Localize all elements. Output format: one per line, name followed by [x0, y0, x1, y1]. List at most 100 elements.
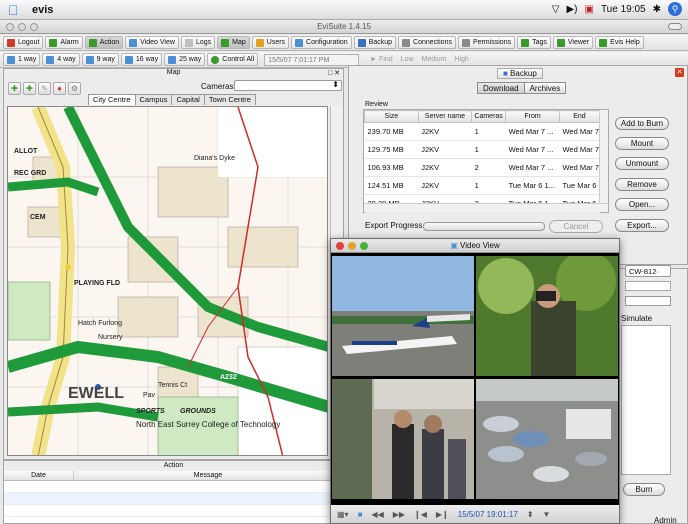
tab-city-centre[interactable]: City Centre — [88, 94, 136, 105]
flag-icon[interactable]: ▣ — [584, 4, 593, 15]
cancel-button[interactable]: Cancel — [549, 220, 603, 233]
col-server[interactable]: Server name — [417, 110, 473, 123]
review-vscrollbar[interactable] — [599, 110, 608, 204]
camera-feed-lobby[interactable] — [332, 379, 474, 499]
col-from[interactable]: From — [505, 110, 560, 123]
forward-icon[interactable]: ▶▶ — [393, 510, 405, 519]
toolbar-tags-button[interactable]: Tags — [517, 36, 551, 49]
admin-label: Admin — [654, 516, 677, 524]
video-controls: ▦▾ ■ ◀◀ ▶▶ ❙◀ ▶❙ 15/5/07 19:01:17 ⬍ ▼ — [331, 505, 619, 523]
apple-menu-icon[interactable]:  — [8, 2, 24, 18]
option-select[interactable] — [625, 296, 671, 306]
remove-button[interactable]: Remove — [615, 178, 669, 191]
col-date[interactable]: Date — [4, 471, 74, 480]
toolbar-toggle-button[interactable] — [668, 23, 682, 30]
delete-icon[interactable]: ● — [53, 81, 66, 95]
toolbar-backup-button[interactable]: Backup — [353, 36, 397, 49]
toolbar-connections-button[interactable]: Connections — [398, 36, 456, 49]
zoom-icon[interactable] — [360, 242, 368, 250]
review-hscrollbar[interactable] — [364, 203, 608, 212]
table-row[interactable]: 106.93 MB J2KV 2 Wed Mar 7 ... Wed Mar 7 — [364, 158, 600, 177]
camera-field[interactable] — [625, 281, 671, 291]
app-menu[interactable]: evis — [32, 4, 53, 16]
toolbar-logs-button[interactable]: Logs — [180, 36, 216, 49]
table-row[interactable] — [4, 505, 343, 517]
control-all-button[interactable]: Control All — [207, 53, 259, 66]
clock[interactable]: Tue 19:05 — [601, 4, 646, 15]
toolbar-alarm-button[interactable]: Alarm — [45, 36, 83, 49]
datetime-field[interactable]: 15/5/07 7:01:17 PM — [264, 53, 360, 66]
simulate-area[interactable] — [621, 325, 671, 475]
camera-feed-airport[interactable] — [332, 256, 474, 376]
layout-4way-button[interactable]: 4 way — [42, 53, 80, 66]
simulate-label: Simulate — [621, 314, 653, 323]
col-cameras[interactable]: Cameras — [471, 110, 507, 123]
tab-archives[interactable]: Archives — [523, 82, 567, 94]
map-view[interactable]: Diana's Dyke ALLOT REC GRD CEM PLAYING F… — [7, 106, 328, 456]
layout-icon[interactable]: ▦▾ — [337, 510, 349, 519]
layout-9way-button[interactable]: 9 way — [81, 53, 119, 66]
map-panel: Map □ ✕ ✚ ✚ ✎ ● ⚙ Cameras City Centre Ca… — [3, 68, 344, 460]
toolbar-permissions-button[interactable]: Permissions — [457, 36, 516, 49]
record-icon[interactable]: ■ — [358, 510, 363, 519]
layout-16way-button[interactable]: 16 way — [120, 53, 163, 66]
close-icon[interactable]: ✕ — [675, 68, 684, 77]
tab-town-centre[interactable]: Town Centre — [203, 94, 256, 105]
permissions-icon — [461, 38, 470, 47]
video-timestamp[interactable]: 15/5/07 19:01:17 — [458, 510, 518, 519]
map-label-rec-grd: REC GRD — [14, 170, 46, 177]
toolbar-evis-help-button[interactable]: Evis Help — [595, 36, 644, 49]
toolbar-viewer-button[interactable]: Viewer — [552, 36, 594, 49]
action-table-header: Date Message — [4, 471, 343, 481]
burn-button[interactable]: Burn — [623, 483, 665, 496]
minimize-icon[interactable] — [348, 242, 356, 250]
table-row[interactable] — [4, 493, 343, 505]
camera-feed-photographer[interactable] — [476, 256, 618, 376]
table-row[interactable]: 129.75 MB J2KV 1 Wed Mar 7 ... Wed Mar 7 — [364, 140, 600, 159]
move-icon[interactable]: ✚ — [23, 81, 36, 95]
col-size[interactable]: Size — [364, 110, 419, 123]
rewind-icon[interactable]: ◀◀ — [371, 510, 383, 519]
tab-capital[interactable]: Capital — [171, 94, 205, 105]
camera-select[interactable]: CW-812· — [625, 265, 671, 277]
layout-1way-button[interactable]: 1 way — [3, 53, 41, 66]
toolbar-map-button[interactable]: Map — [217, 36, 250, 49]
table-row[interactable]: 124.51 MB J2KV 1 Tue Mar 6 1... Tue Mar 6 — [364, 176, 600, 195]
toolbar-action-button[interactable]: Action — [84, 36, 124, 49]
export-button[interactable]: Export... — [615, 219, 669, 232]
bluetooth-icon[interactable]: ✱ — [653, 4, 661, 15]
mount-button[interactable]: Mount — [615, 137, 669, 150]
edit-icon[interactable]: ✎ — [38, 81, 51, 95]
col-end[interactable]: End — [558, 110, 601, 123]
settings-icon[interactable]: ⚙ — [68, 81, 81, 95]
tab-download[interactable]: Download — [477, 82, 525, 94]
dropdown-icon[interactable]: ▼ — [543, 510, 551, 519]
volume-icon[interactable]: ▶) — [566, 4, 577, 15]
unmount-button[interactable]: Unmount — [615, 157, 669, 170]
connections-icon — [402, 38, 411, 47]
cameras-select[interactable] — [234, 80, 342, 91]
wifi-icon[interactable]: ▽ — [552, 4, 560, 15]
tab-campus[interactable]: Campus — [134, 94, 173, 105]
tags-icon — [521, 38, 530, 47]
skip-back-icon[interactable]: ❙◀ — [414, 510, 427, 519]
open-button[interactable]: Open... — [615, 198, 669, 211]
add-icon[interactable]: ✚ — [8, 81, 21, 95]
toolbar-configuration-button[interactable]: Configuration — [291, 36, 352, 49]
skip-forward-icon[interactable]: ▶❙ — [436, 510, 449, 519]
table-row[interactable] — [4, 481, 343, 493]
toolbar-users-button[interactable]: Users — [251, 36, 290, 49]
panel-detach-icon[interactable]: □ ✕ — [328, 69, 340, 77]
grid-icon — [7, 55, 15, 64]
layout-25way-button[interactable]: 25 way — [164, 53, 206, 66]
spotlight-icon[interactable]: ⚲ — [668, 2, 682, 16]
col-message[interactable]: Message — [74, 471, 343, 480]
table-row[interactable]: 239.70 MB J2KV 1 Wed Mar 7 ... Wed Mar 7 — [364, 122, 600, 141]
close-icon[interactable] — [336, 242, 344, 250]
toolbar-logout-button[interactable]: Logout — [3, 36, 44, 49]
toolbar-video-view-button[interactable]: Video View — [125, 36, 179, 49]
stepper-icon[interactable]: ⬍ — [527, 510, 534, 519]
add-to-burn-button[interactable]: Add to Burn — [615, 117, 669, 130]
camera-feed-carpark[interactable] — [476, 379, 618, 499]
photographer-image — [476, 256, 618, 376]
